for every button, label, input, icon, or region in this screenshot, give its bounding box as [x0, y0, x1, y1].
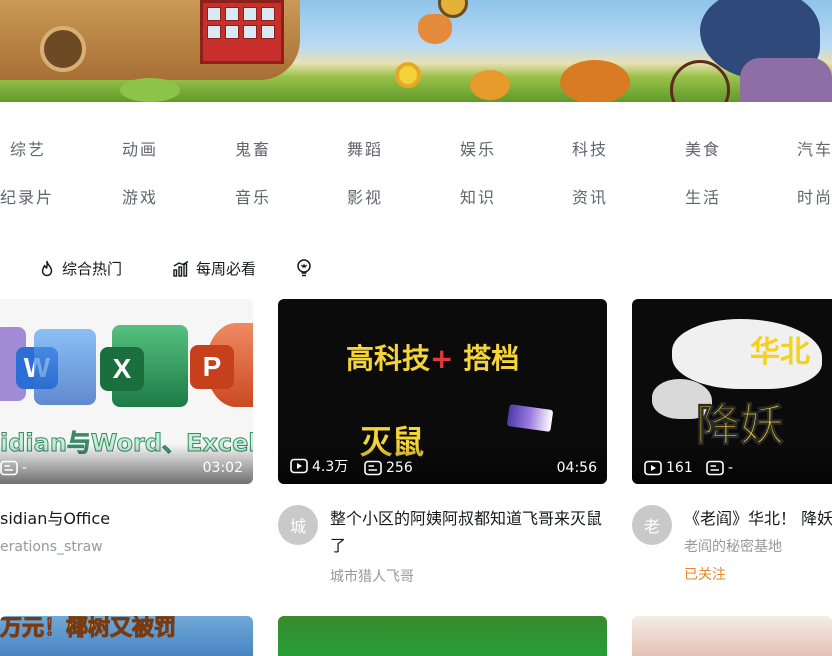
danmaku-count: - [0, 460, 27, 476]
tab-label: 每周必看 [196, 260, 257, 278]
banner-red-window [200, 0, 284, 64]
tab-label: 综合热门 [62, 260, 123, 278]
danmaku-icon [364, 460, 382, 476]
video-title[interactable]: 整个小区的阿姨阿叔都知道飞哥来灭鼠了 [330, 505, 607, 559]
video-card[interactable]: 高科技+ 搭档 灭鼠 4.3万 256 04:56 城 整个小区的阿姨阿叔都知道… [278, 299, 607, 599]
video-author[interactable]: 老阎的秘密基地 [684, 536, 782, 556]
video-thumbnail[interactable] [278, 616, 607, 656]
video-thumbnail[interactable] [632, 616, 832, 656]
category-item[interactable]: 科技 [572, 136, 608, 160]
flame-icon [41, 260, 53, 276]
category-item[interactable]: 游戏 [122, 184, 158, 208]
tab-weekly-must-watch[interactable]: 每周必看 [172, 258, 256, 279]
category-item[interactable]: 动画 [122, 136, 158, 160]
word-logo-icon [34, 329, 96, 405]
avatar[interactable]: 城 [278, 505, 318, 545]
tab-lightbulb[interactable] [294, 258, 320, 278]
danmaku-count: 256 [364, 460, 413, 476]
thumbnail-headline: 万元！椰树又被罚 [0, 616, 177, 642]
followed-badge: 已关注 [684, 567, 726, 583]
category-item[interactable]: 知识 [460, 184, 496, 208]
category-item[interactable]: 汽车 [797, 136, 832, 160]
banner-round-window [40, 26, 86, 72]
video-thumbnail[interactable]: W X P idian与Word、Excel、P - 03:02 [0, 299, 253, 484]
chart-icon [173, 260, 189, 277]
video-card[interactable]: 华北 降妖 161 - 老 《老阎》华北！ 降妖 老阎的秘密基地 已关注 [632, 299, 832, 599]
video-duration: 04:56 [556, 460, 597, 476]
banner-girl-skirt [740, 58, 832, 102]
excel-letter: X [100, 347, 144, 391]
category-item[interactable]: 时尚 [797, 184, 832, 208]
video-duration: 03:02 [202, 460, 243, 476]
danmaku-icon [706, 460, 724, 476]
thumbnail-headline: 高科技+ 搭档 [346, 342, 520, 375]
banner-fox [418, 14, 452, 44]
tab-comprehensive-hot[interactable]: 综合热门 [38, 258, 122, 279]
play-count-icon [290, 458, 308, 474]
view-count: 161 [644, 460, 693, 476]
play-count-icon [644, 460, 662, 476]
video-thumbnail[interactable]: 华北 降妖 161 - [632, 299, 832, 484]
danmaku-count: - [706, 460, 733, 476]
category-item[interactable]: 综艺 [10, 136, 46, 160]
video-title[interactable]: 《老阎》华北！ 降妖 [684, 505, 832, 532]
video-thumbnail[interactable]: 万元！椰树又被罚 [0, 616, 253, 656]
video-card[interactable]: W X P idian与Word、Excel、P - 03:02 sidian与… [0, 299, 253, 599]
thumbnail-device [506, 404, 554, 432]
thumbnail-headline: 华北 [750, 335, 810, 370]
category-grid: 综艺 动画 鬼畜 舞蹈 娱乐 科技 美食 汽车 纪录片 游戏 音乐 影视 知识 … [0, 130, 832, 220]
category-item[interactable]: 音乐 [235, 184, 271, 208]
banner-flower [470, 70, 510, 100]
video-author[interactable]: 城市猎人飞哥 [330, 566, 414, 586]
lightbulb-icon [297, 259, 311, 277]
category-item[interactable]: 资讯 [572, 184, 608, 208]
banner-bush [120, 78, 180, 102]
category-item[interactable]: 生活 [685, 184, 721, 208]
video-thumbnail[interactable]: 高科技+ 搭档 灭鼠 4.3万 256 04:56 [278, 299, 607, 484]
powerpoint-letter: P [190, 345, 234, 389]
category-item[interactable]: 影视 [347, 184, 383, 208]
hot-tabs: 综合热门 每周必看 [0, 258, 832, 282]
danmaku-icon [0, 460, 18, 476]
header-banner [0, 0, 832, 102]
category-item[interactable]: 美食 [685, 136, 721, 160]
category-item[interactable]: 娱乐 [460, 136, 496, 160]
category-item[interactable]: 舞蹈 [347, 136, 383, 160]
banner-flower [560, 60, 630, 102]
view-count: 4.3万 [290, 456, 348, 476]
banner-flower [395, 62, 421, 88]
category-item[interactable]: 鬼畜 [235, 136, 271, 160]
video-title[interactable]: sidian与Office [0, 505, 253, 532]
avatar[interactable]: 老 [632, 505, 672, 545]
category-item[interactable]: 纪录片 [0, 184, 54, 208]
video-author[interactable]: erations_straw [0, 539, 103, 555]
